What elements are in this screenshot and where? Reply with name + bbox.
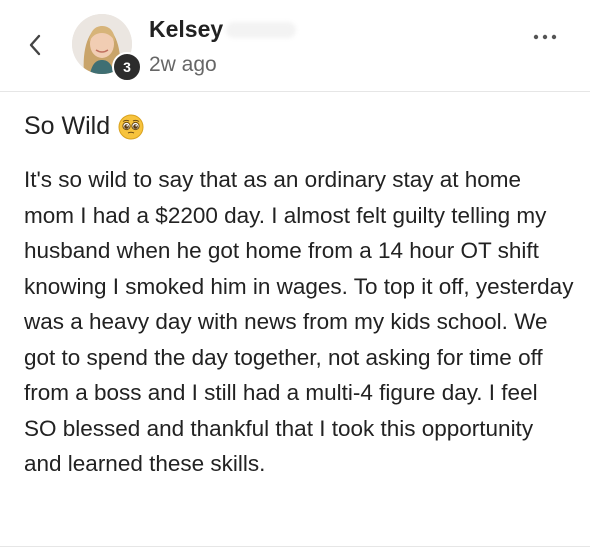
post-header: 3 Kelsey 2w ago — [0, 0, 590, 92]
more-horizontal-icon — [533, 34, 557, 40]
level-badge: 3 — [112, 52, 142, 82]
chevron-left-icon — [29, 34, 41, 56]
post-title: So Wild — [24, 112, 144, 141]
more-options-button[interactable] — [528, 28, 562, 46]
header-divider — [0, 91, 590, 92]
pleading-face-emoji-icon — [118, 114, 144, 140]
post-body-text: It's so wild to say that as an ordinary … — [24, 167, 574, 476]
name-redaction-blur — [226, 22, 296, 38]
author-avatar-container[interactable]: 3 — [72, 14, 142, 82]
post-timestamp: 2w ago — [149, 53, 217, 76]
author-name[interactable]: Kelsey — [149, 16, 223, 43]
back-button[interactable] — [24, 28, 48, 62]
post-title-text: So Wild — [24, 112, 111, 140]
post-bottom-divider — [0, 546, 590, 547]
